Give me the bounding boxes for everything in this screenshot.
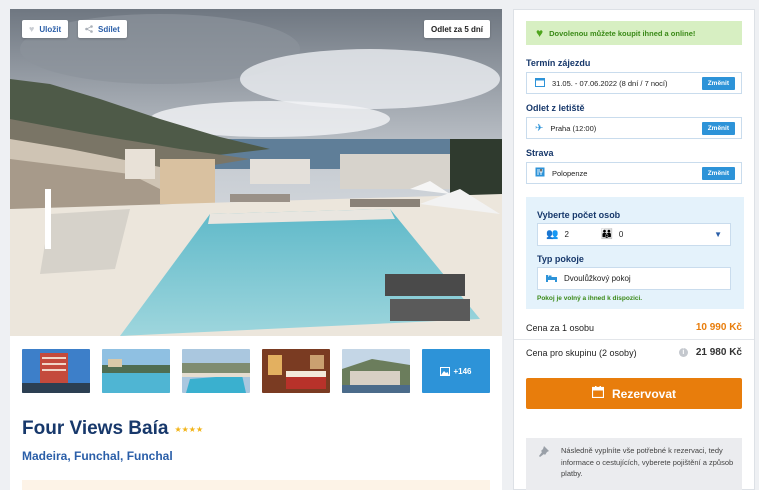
- reservation-info: Následně vyplníte vše potřebné k rezerva…: [526, 438, 742, 490]
- bottom-strip: [22, 480, 490, 490]
- booking-panel: ♥ Dovolenou můžete koupit ihned a online…: [513, 9, 755, 490]
- thumbnail-3[interactable]: [182, 349, 250, 393]
- bed-icon: [546, 274, 557, 284]
- price-group-row: Cena pro skupinu (2 osoby) i 21 980 Kč: [526, 347, 742, 358]
- share-button[interactable]: Sdílet: [78, 20, 127, 38]
- persons-select[interactable]: 👥 2 👪 0 ▼: [537, 223, 731, 246]
- hotel-title: Four Views Baía ★★★★: [22, 418, 203, 440]
- reserve-label: Rezervovat: [611, 386, 677, 401]
- board-field[interactable]: Polopenze Změnit: [526, 162, 742, 184]
- price-per-person-row: Cena za 1 osobu 10 990 Kč: [526, 322, 742, 333]
- thumbnail-5[interactable]: [342, 349, 410, 393]
- thumbnail-2[interactable]: [102, 349, 170, 393]
- notice-text: Dovolenou můžete koupit ihned a online!: [549, 28, 696, 38]
- thumbnail-4[interactable]: [262, 349, 330, 393]
- gallery-thumbnails: +146: [22, 349, 490, 393]
- term-field[interactable]: 31.05. - 07.06.2022 (8 dní / 7 nocí) Změ…: [526, 72, 742, 94]
- persons-section: Vyberte počet osob 👥 2 👪 0 ▼ Typ pokoje …: [526, 197, 744, 309]
- room-label: Typ pokoje: [537, 254, 584, 264]
- room-value: Dvoulůžkový pokoj: [564, 274, 631, 283]
- price-group-label: Cena pro skupinu (2 osoby): [526, 347, 637, 358]
- children-count: 0: [618, 230, 624, 239]
- airport-value: Praha (12:00): [550, 123, 597, 133]
- room-select[interactable]: Dvoulůžkový pokoj: [537, 267, 731, 290]
- reserve-button[interactable]: Rezervovat: [526, 378, 742, 409]
- change-term-button[interactable]: Změnit: [701, 76, 735, 90]
- save-label: Uložit: [39, 24, 62, 34]
- board-value: Polopenze: [552, 168, 588, 178]
- image-icon: [440, 366, 451, 376]
- calendar-icon: [591, 386, 605, 401]
- term-label: Termín zájezdu: [526, 58, 591, 68]
- hotel-card: ♥ Uložit Sdílet Odlet za 5 dní +146 Four…: [10, 9, 502, 490]
- airport-field[interactable]: ✈ Praha (12:00) Změnit: [526, 117, 742, 139]
- calendar-icon: [535, 77, 545, 89]
- adults-icon: 👥: [546, 229, 559, 240]
- term-value: 31.05. - 07.06.2022 (8 dní / 7 nocí): [552, 78, 668, 88]
- hotel-location-link[interactable]: Madeira, Funchal, Funchal: [22, 449, 173, 463]
- heart-icon: ♥: [29, 24, 35, 34]
- thumbnail-1[interactable]: [22, 349, 90, 393]
- online-purchase-notice: ♥ Dovolenou můžete koupit ihned a online…: [526, 21, 742, 45]
- price-per-person-label: Cena za 1 osobu: [526, 322, 595, 333]
- children-icon: 👪: [600, 229, 613, 240]
- save-button[interactable]: ♥ Uložit: [22, 20, 69, 38]
- hero-image: [10, 9, 502, 336]
- persons-label: Vyberte počet osob: [537, 210, 621, 220]
- page: ♥ Uložit Sdílet Odlet za 5 dní +146 Four…: [0, 0, 759, 490]
- more-photos-count: +146: [453, 366, 472, 376]
- departure-badge: Odlet za 5 dní: [423, 20, 490, 38]
- change-board-button[interactable]: Změnit: [701, 166, 735, 180]
- share-label: Sdílet: [98, 24, 120, 34]
- hotel-name: Four Views Baía: [22, 418, 169, 439]
- hero-photo[interactable]: ♥ Uložit Sdílet Odlet za 5 dní: [10, 9, 502, 336]
- reservation-info-text: Následně vyplníte vše potřebné k rezerva…: [561, 446, 734, 478]
- cutlery-icon: [535, 167, 545, 179]
- star-rating: ★★★★: [174, 424, 204, 434]
- pin-icon: [538, 446, 549, 461]
- change-airport-button[interactable]: Změnit: [701, 121, 735, 135]
- more-photos-button[interactable]: +146: [422, 349, 490, 393]
- price-per-person-value: 10 990 Kč: [695, 322, 742, 333]
- info-icon[interactable]: i: [678, 348, 688, 357]
- plane-icon: ✈: [535, 122, 544, 134]
- price-divider: [514, 339, 754, 340]
- airport-label: Odlet z letiště: [526, 103, 585, 113]
- room-availability-note: Pokoj je volný a ihned k dispozici.: [537, 295, 643, 302]
- share-icon: [85, 25, 93, 33]
- board-label: Strava: [526, 148, 554, 158]
- chevron-down-icon: ▼: [714, 230, 722, 239]
- adults-count: 2: [564, 230, 569, 239]
- heart-icon: ♥: [536, 26, 544, 40]
- price-group-value: 21 980 Kč: [695, 347, 742, 358]
